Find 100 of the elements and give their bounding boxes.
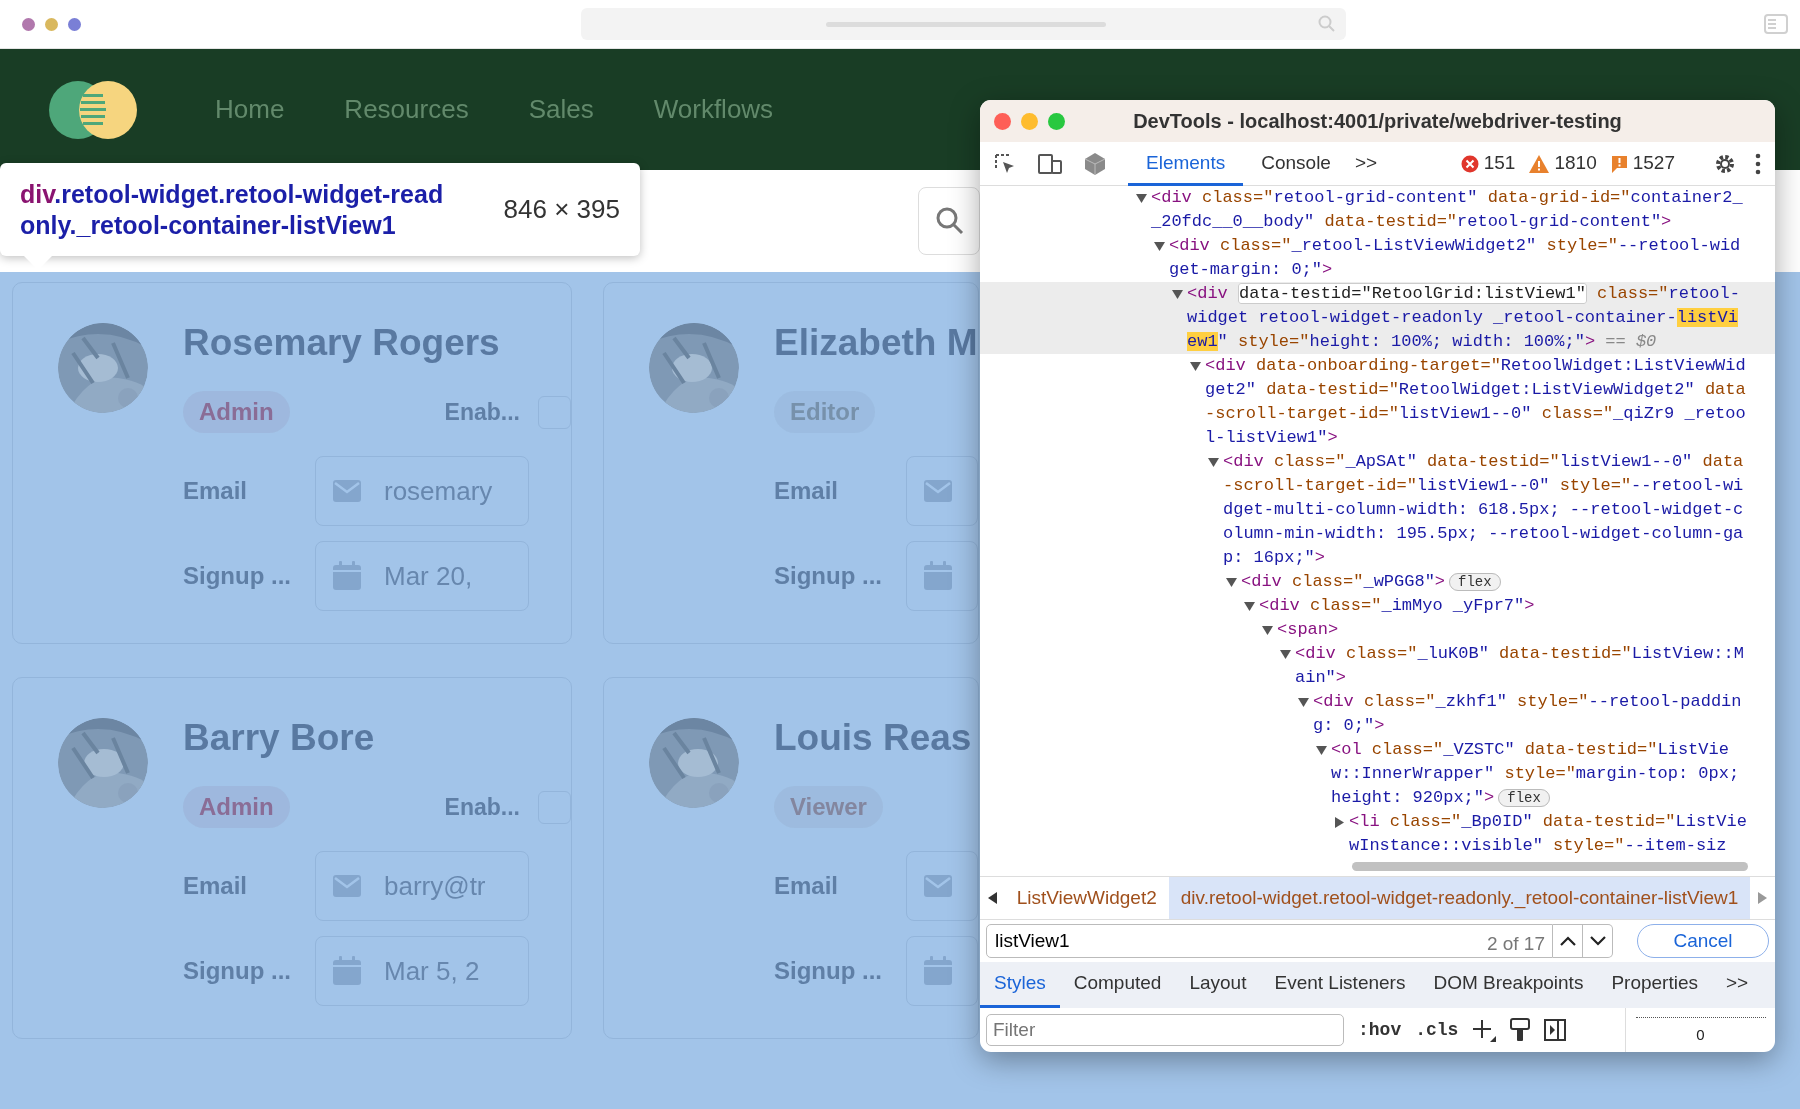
expand-arrow-icon[interactable] — [1208, 456, 1219, 468]
mail-icon — [332, 874, 362, 898]
dom-node-text[interactable]: <div class="_imMyo _yFpr7"> — [1259, 594, 1747, 618]
expand-arrow-icon[interactable] — [1334, 816, 1345, 828]
search-button[interactable] — [918, 187, 980, 255]
dom-node-text[interactable]: <div class="_ApSAt" data-testid="listView1--0" data-scroll-target-id="listView1--0" style="--retool-widget-multi-column-width: 618.5px; --retool-widget-column-min-width: 195.5px; --retool-widget-column-gap: 16px;"> — [1223, 450, 1747, 570]
user-name: Barry Bore — [183, 718, 376, 758]
field-label: Email — [183, 871, 249, 901]
expand-arrow-icon[interactable] — [1244, 600, 1255, 612]
window-dot-icon[interactable] — [22, 17, 35, 31]
expand-arrow-icon[interactable] — [1136, 192, 1147, 204]
role-tag: Admin — [183, 786, 290, 828]
close-icon[interactable] — [994, 112, 1011, 130]
date-field[interactable] — [906, 541, 978, 611]
enabled-label: Enab... — [444, 397, 520, 427]
dom-node-text[interactable]: <ol class="_VZSTC" data-testid="ListView::InnerWrapper" style="margin-top: 0px; height: 920px;"> flex — [1331, 738, 1747, 810]
mail-icon — [923, 874, 953, 898]
caret-left-icon — [987, 892, 997, 904]
warning-icon — [1529, 154, 1550, 173]
element-size: 846 × 395 — [503, 193, 620, 226]
panel-tab[interactable]: DOM Breakpoints — [1419, 962, 1598, 1008]
expand-arrow-icon[interactable] — [1226, 576, 1237, 588]
calendar-icon — [923, 956, 953, 986]
dom-node-text[interactable]: <li class="_Bp0ID" data-testid="ListViewInstance::visible" style="--item-siz — [1349, 810, 1747, 856]
calendar-icon — [332, 956, 362, 986]
date-field[interactable] — [906, 936, 978, 1006]
field-label: Signup ... — [774, 956, 883, 986]
previous-match-button[interactable] — [1553, 924, 1583, 958]
chevron-up-icon — [1559, 936, 1576, 946]
paint-roller-icon[interactable] — [1510, 1018, 1531, 1042]
toggle-button[interactable]: :hov — [1358, 1016, 1402, 1044]
expand-arrow-icon[interactable] — [1172, 288, 1183, 300]
expand-arrow-icon[interactable] — [1280, 648, 1291, 660]
dom-node-text[interactable]: <span> — [1277, 618, 1747, 642]
window-title: DevTools - localhost:4001/private/webdriver-testing — [1133, 109, 1622, 134]
scrollbar-thumb[interactable] — [1352, 862, 1748, 871]
panel-tab[interactable]: Styles — [980, 962, 1060, 1008]
window-dot-icon[interactable] — [68, 17, 81, 31]
more-tabs-button[interactable]: >> — [1712, 962, 1763, 1008]
field-label: Email — [183, 476, 249, 506]
dom-node-text[interactable]: <div class="retool-grid-content" data-grid-id="container2__20fdc__0__body" data-testid="retool-grid-content"> — [1151, 186, 1747, 234]
dom-node-text[interactable]: <div class="_zkhf1" style="--retool-padding: 0;"> — [1313, 690, 1747, 738]
inspect-icon[interactable] — [994, 152, 1016, 175]
breadcrumb[interactable]: div.retool-widget.retool-widget-readonly._retool-container-listView1 — [1168, 877, 1751, 919]
chevron-down-icon — [1589, 936, 1606, 946]
calendar-icon — [923, 561, 953, 591]
count-label: 1527 — [1632, 151, 1675, 176]
cancel-button[interactable]: Cancel — [1637, 924, 1769, 958]
expand-arrow-icon[interactable] — [1262, 624, 1273, 636]
cube-icon[interactable] — [1084, 151, 1106, 176]
field-label: Signup ... — [183, 561, 292, 591]
email-field[interactable] — [906, 851, 978, 921]
count-label: 1810 — [1554, 151, 1597, 176]
panel-tab[interactable]: Event Listeners — [1260, 962, 1420, 1008]
enabled-label: Enab... — [444, 792, 520, 822]
field-label: Email — [774, 871, 840, 901]
breadcrumb[interactable]: ListViewWidget2 — [1004, 877, 1169, 919]
dom-node-text[interactable]: <div class="_wPGG8"> flex — [1241, 570, 1747, 594]
count-label: 151 — [1483, 151, 1516, 176]
mail-icon — [923, 479, 953, 503]
error-icon — [1460, 154, 1479, 173]
panel-tab[interactable]: Properties — [1597, 962, 1712, 1008]
calendar-icon — [332, 561, 362, 591]
panel-tab[interactable]: Layout — [1175, 962, 1261, 1008]
field-label: Email — [774, 476, 840, 506]
user-name: Rosemary Rogers — [183, 323, 501, 363]
add-rule-icon[interactable] — [1472, 1018, 1497, 1042]
expand-arrow-icon[interactable] — [1154, 240, 1165, 252]
email-field[interactable] — [906, 456, 978, 526]
mail-icon — [332, 479, 362, 503]
expand-arrow-icon[interactable] — [1298, 696, 1309, 708]
match-count: 2 of 17 — [1486, 932, 1545, 956]
caret-right-icon — [1758, 892, 1768, 904]
expand-arrow-icon[interactable] — [1316, 744, 1327, 756]
user-name: Elizabeth M — [774, 323, 978, 363]
panel-tab[interactable]: Console — [1243, 141, 1349, 186]
search-icon — [1318, 15, 1336, 33]
role-tag: Admin — [183, 391, 290, 433]
sidebar-toggle-icon[interactable] — [1544, 1019, 1567, 1041]
kebab-menu-icon[interactable] — [1755, 152, 1761, 175]
filter-field[interactable]: Filter — [986, 1014, 1344, 1046]
panel-tab[interactable]: Computed — [1059, 962, 1176, 1008]
expand-arrow-icon[interactable] — [1190, 360, 1201, 372]
element-selector: div.retool-widget.retool-widget-readonly._retool-container-listView1 — [20, 178, 445, 241]
dom-node-text[interactable]: <div data-onboarding-target="RetoolWidget:ListViewWidget2" data-testid="RetoolWidget:ListViewWidget2" data-scroll-target-id="listView1--0" class="_qiZr9 _retool-listView1"> — [1205, 354, 1747, 450]
more-tabs-button[interactable]: >> — [1354, 149, 1378, 178]
issue-icon — [1610, 154, 1628, 173]
dom-node-text[interactable]: <div class="_luK0B" data-testid="ListView::Main"> — [1295, 642, 1747, 690]
search-icon — [935, 206, 965, 236]
user-name: Louis Reas — [774, 718, 973, 758]
box-model-value: 0 — [1635, 1016, 1766, 1046]
device-icon[interactable] — [1038, 152, 1062, 175]
next-match-button[interactable] — [1583, 924, 1613, 958]
field-label: Signup ... — [183, 956, 292, 986]
panel-tab[interactable]: Elements — [1128, 141, 1244, 186]
field-label: Signup ... — [774, 561, 883, 591]
toggle-button[interactable]: .cls — [1415, 1016, 1459, 1044]
dom-node-text[interactable]: <div class="_retool-ListViewWidget2" style="--retool-widget-margin: 0;"> — [1169, 234, 1747, 282]
role-tag: Viewer — [774, 786, 883, 828]
window-dot-icon[interactable] — [45, 17, 58, 31]
